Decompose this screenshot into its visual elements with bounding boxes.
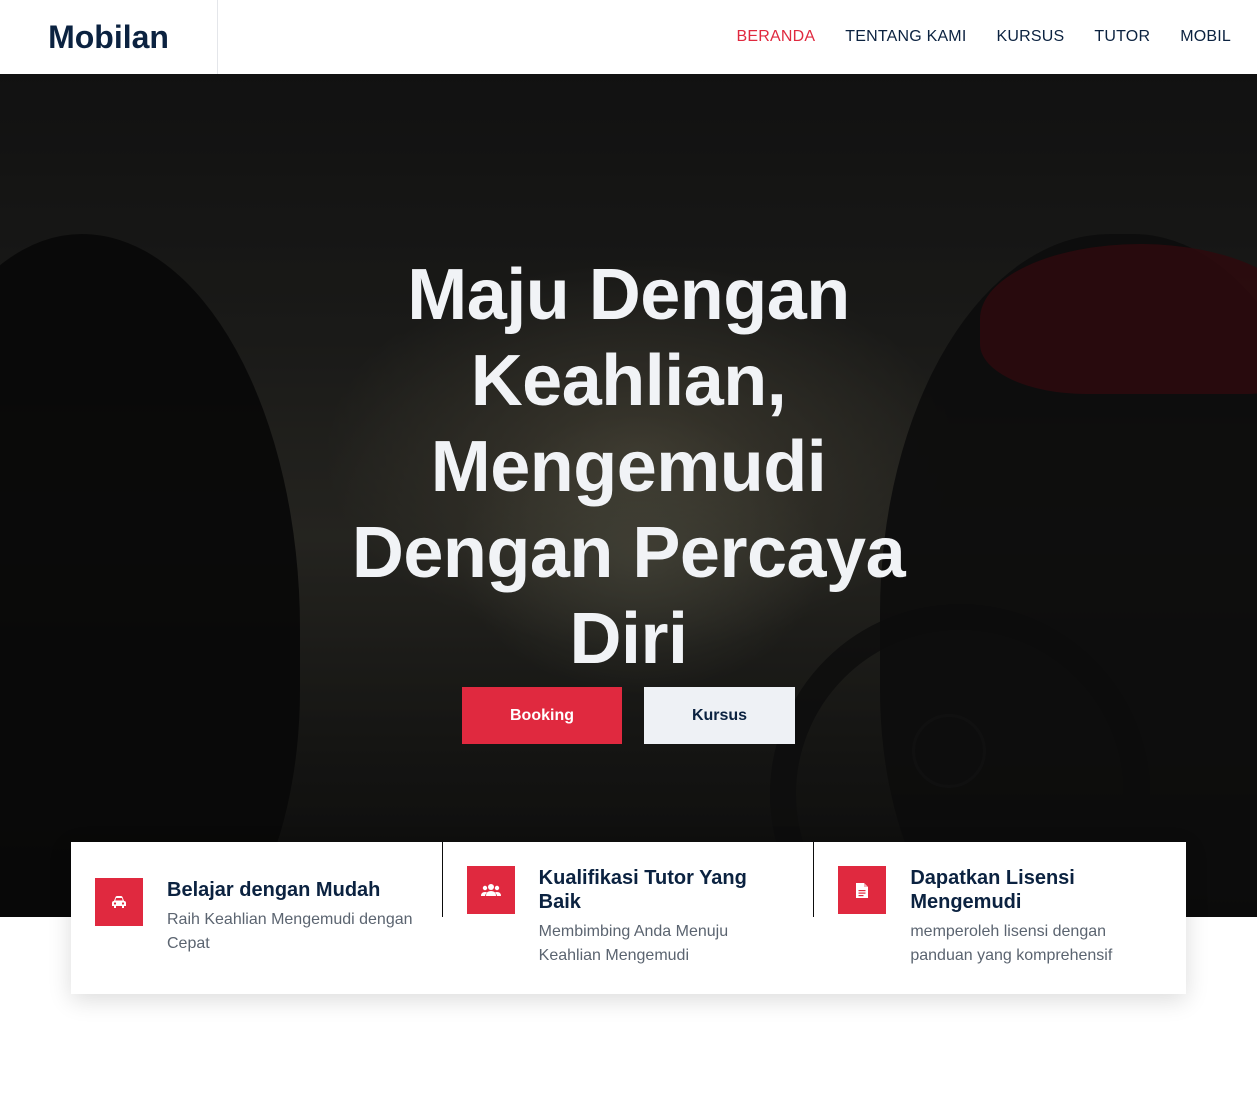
document-icon-glyph — [856, 882, 869, 898]
feature-title: Belajar dengan Mudah — [167, 879, 381, 901]
feature-description: Raih Keahlian Mengemudi dengan Cepat — [167, 911, 413, 952]
hero-title-line: Mengemudi — [430, 427, 827, 507]
feature-text: Dapatkan Lisensi Mengemudi memperoleh li… — [910, 866, 1162, 968]
feature-title: Dapatkan Lisensi Mengemudi — [910, 867, 1075, 913]
feature-title: Kualifikasi Tutor Yang Baik — [538, 867, 747, 913]
feature-cards: Belajar dengan Mudah Raih Keahlian Menge… — [71, 842, 1187, 994]
car-icon-glyph — [112, 896, 126, 908]
feature-card: Kualifikasi Tutor Yang Baik Membimbing A… — [442, 842, 814, 994]
feature-text: Kualifikasi Tutor Yang Baik Membimbing A… — [539, 866, 790, 968]
users-icon — [466, 866, 515, 914]
nav-link-tentang-kami[interactable]: TENTANG KAMI — [845, 28, 966, 46]
booking-button[interactable]: Booking — [462, 687, 622, 744]
hero-title-line: Diri — [569, 599, 688, 679]
users-icon-glyph — [480, 884, 501, 896]
hero-title-line: Keahlian, — [470, 341, 787, 421]
feature-description: Membimbing Anda Menuju Keahlian Mengemud… — [538, 923, 729, 964]
hero-buttons: Booking Kursus — [0, 687, 1257, 744]
hero-title-line: Dengan Percaya — [351, 513, 906, 593]
nav-link-beranda[interactable]: BERANDA — [737, 28, 816, 46]
hero-title-line: Maju Dengan — [407, 255, 850, 335]
feature-description: memperoleh lisensi dengan panduan yang k… — [910, 923, 1113, 964]
car-icon — [95, 878, 143, 926]
document-icon — [838, 866, 887, 914]
feature-card: Belajar dengan Mudah Raih Keahlian Menge… — [71, 842, 442, 994]
nav-link-mobil[interactable]: MOBIL — [1180, 28, 1231, 46]
nav-link-kursus[interactable]: KURSUS — [997, 28, 1065, 46]
feature-text: Belajar dengan Mudah Raih Keahlian Menge… — [167, 878, 418, 956]
brand-logo[interactable]: Mobilan — [0, 0, 218, 74]
navbar: Mobilan BERANDA TENTANG KAMI KURSUS TUTO… — [0, 0, 1257, 74]
hero-title: Maju Dengan Keahlian, Mengemudi Dengan P… — [300, 252, 957, 682]
kursus-button[interactable]: Kursus — [644, 687, 795, 744]
feature-card: Dapatkan Lisensi Mengemudi memperoleh li… — [814, 842, 1187, 994]
nav-menu: BERANDA TENTANG KAMI KURSUS TUTOR MOBIL — [707, 0, 1257, 74]
hero-section: Maju Dengan Keahlian, Mengemudi Dengan P… — [0, 74, 1257, 917]
nav-link-tutor[interactable]: TUTOR — [1094, 28, 1150, 46]
